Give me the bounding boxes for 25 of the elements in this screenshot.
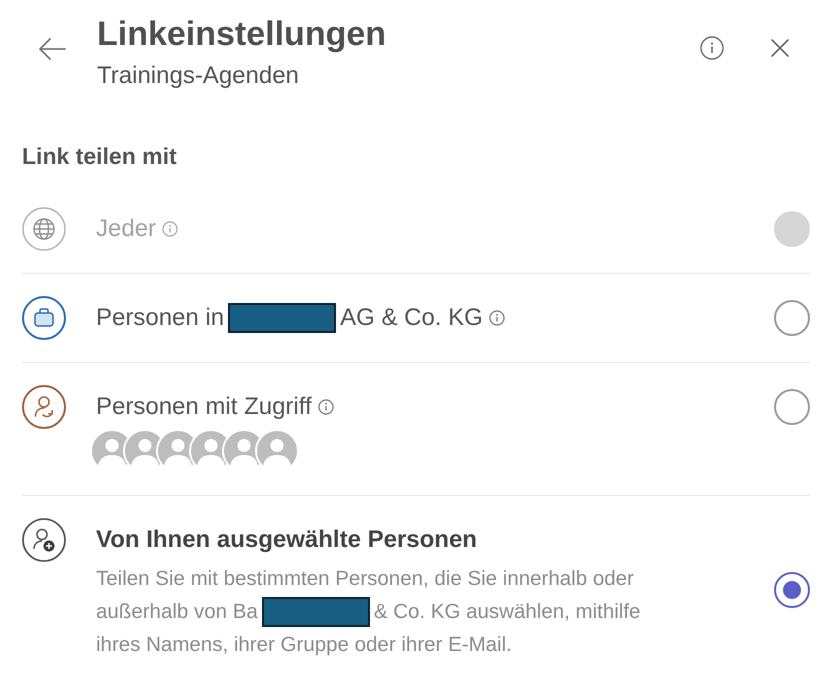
option-label: Von Ihnen ausgewählte Personen bbox=[96, 526, 477, 554]
panel-title: Linkeinstellungen bbox=[97, 14, 386, 54]
info-icon[interactable] bbox=[318, 399, 334, 415]
person-icon bbox=[22, 385, 66, 429]
description-text: ihres Namens, ihrer Gruppe oder ihrer E-Mail. bbox=[96, 632, 512, 656]
radio-button[interactable] bbox=[774, 572, 810, 608]
avatar-icon bbox=[255, 429, 299, 473]
globe-icon bbox=[22, 207, 66, 251]
back-arrow-icon[interactable] bbox=[38, 37, 66, 61]
panel-subtitle: Trainings-Agenden bbox=[97, 61, 299, 91]
person-add-icon bbox=[22, 518, 66, 562]
option-label: AG & Co. KG bbox=[340, 304, 483, 332]
option-label: Personen mit Zugriff bbox=[96, 393, 312, 421]
description-text: & Co. KG auswählen, mithilfe bbox=[374, 600, 640, 624]
section-heading: Link teilen mit bbox=[22, 142, 177, 170]
briefcase-icon bbox=[22, 296, 66, 340]
close-icon[interactable] bbox=[770, 38, 790, 58]
option-label: Personen in bbox=[96, 304, 224, 332]
option-label: Jeder bbox=[96, 215, 156, 243]
radio-button[interactable] bbox=[774, 300, 810, 336]
radio-button[interactable] bbox=[774, 389, 810, 425]
info-icon[interactable] bbox=[488, 310, 505, 326]
info-icon[interactable] bbox=[700, 36, 724, 60]
description-text: Teilen Sie mit bestimmten Personen, die Sie innerhalb oder bbox=[96, 566, 634, 590]
description-text: außerhalb von Ba bbox=[96, 600, 258, 624]
